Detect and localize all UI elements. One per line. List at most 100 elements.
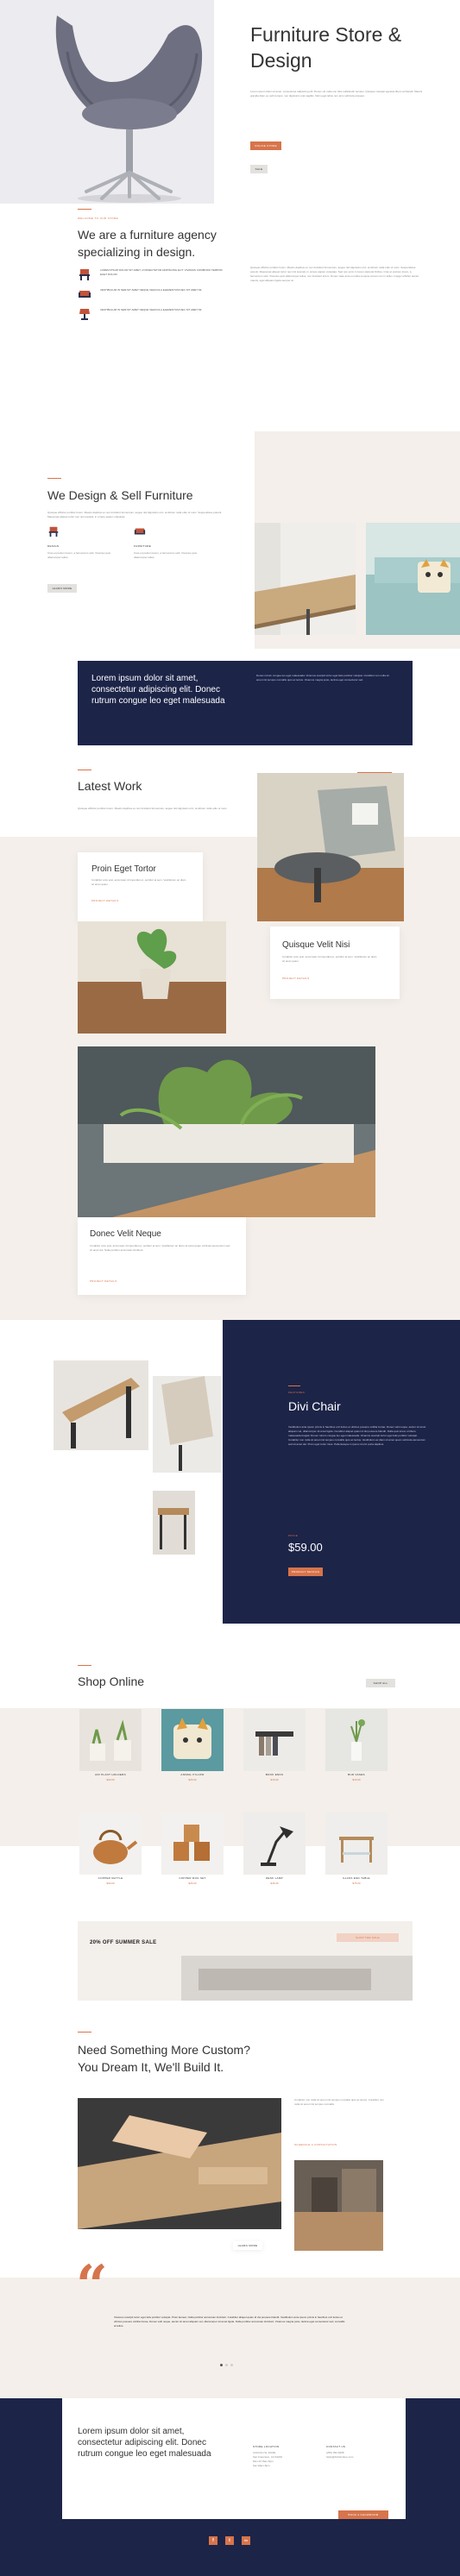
schedule-consultation-link[interactable]: Schedule a Consultation <box>294 2143 337 2146</box>
shop-rule <box>78 1665 91 1666</box>
product-price-8: $75.00 <box>352 1882 361 1885</box>
project-link-3[interactable]: Project Details <box>90 1279 117 1283</box>
sale-button[interactable]: Sale <box>250 165 268 173</box>
design-item-text: Cras et pretium lorem, a fermentum velit… <box>47 551 110 559</box>
furniture-item-label: Furniture <box>134 544 152 548</box>
product-name-2: Animal Pillow <box>180 1773 205 1776</box>
product-name-6: Copper Mug Set <box>179 1876 206 1880</box>
welcome-eyebrow: Welcome to our store <box>78 217 119 220</box>
shop-title: Shop Online <box>78 1674 145 1688</box>
work-body: Quisque efficitur porttitor lorem. Mauri… <box>78 807 228 810</box>
product-price-2: $25.00 <box>188 1778 197 1781</box>
book-showroom-button[interactable]: Book a Showroom <box>338 2510 388 2519</box>
hero-image-panel <box>0 0 214 204</box>
design-body: Quisque efficitur porttitor lorem. Mauri… <box>47 511 223 518</box>
custom-title: Need Something More Custom? You Dream It… <box>78 2041 337 2076</box>
featured-body: Vestibulum ante ipsum primis in faucibus… <box>288 1425 426 1446</box>
welcome-paragraph: Quisque efficitur porttitor lorem. Mauri… <box>250 266 419 282</box>
sofa-pillow-photo <box>366 523 460 635</box>
featured-title: Divi Chair <box>288 1399 341 1413</box>
project-card-1: Proin Eget Tortor Curabitur arcu erat, a… <box>78 852 203 921</box>
footer-heading: Lorem ipsum dolor sit amet, consectetur … <box>78 2426 224 2460</box>
testimonial-quote: Vivamus suscipit tortor eget felis portt… <box>114 2315 345 2328</box>
learn-more-button[interactable]: Learn More <box>47 584 77 593</box>
feature-text-2: Vestibulum in sem sit amet neque vehicul… <box>100 288 203 292</box>
cta-heading-line-2: consectetur adipiscing elit. Donec <box>91 685 220 694</box>
feature-text-1: Lorem ipsum dolor sit amet, consectetur … <box>100 268 223 276</box>
product-details-button[interactable]: Product Details <box>288 1568 323 1576</box>
desk-lamp-image <box>243 1813 306 1875</box>
footer-heading-line-3: rutrum congue leo eget malesuada <box>78 2449 211 2459</box>
project-card-2: Quisque Velit Nisi Curabitur arcu erat, … <box>270 927 400 999</box>
product-price-5: $30.00 <box>106 1882 115 1885</box>
online-store-button[interactable]: Online Store <box>250 141 281 150</box>
instagram-icon[interactable]: in <box>242 2536 250 2545</box>
product-price-7: $45.00 <box>270 1882 279 1885</box>
store-location-title: Store Location <box>253 2445 280 2448</box>
glass-end-table-image <box>325 1813 388 1875</box>
hero-title-line-2: Design <box>250 49 312 72</box>
product-card-6[interactable]: Copper Mug Set $25.00 <box>161 1813 224 1886</box>
product-name-1: Air Plant Holders <box>95 1773 126 1776</box>
footer-heading-line-1: Lorem ipsum dolor sit amet, <box>78 2427 185 2436</box>
copper-kettle-image <box>79 1813 142 1875</box>
product-card-5[interactable]: Copper Kettle $30.00 <box>79 1813 142 1886</box>
quote-icon: “ <box>76 2253 108 2318</box>
slider-dots[interactable] <box>220 2364 239 2367</box>
welcome-title: We are a furniture agency specializing i… <box>78 226 250 261</box>
fern-planter-photo <box>78 1046 375 1217</box>
design-item-label: Design <box>47 544 60 548</box>
project-text-1: Curabitur arcu erat, accumsan id imperdi… <box>91 878 186 886</box>
welcome-rule <box>78 209 91 210</box>
contact-title: Contact Us <box>326 2445 346 2448</box>
footer-heading-line-2: consectetur adipiscing elit. Donec <box>78 2438 206 2447</box>
sofa-icon <box>79 291 91 298</box>
feature-row-1: Lorem ipsum dolor sit amet, consectetur … <box>78 267 233 285</box>
project-card-3: Donec Velit Neque Curabitur arcu erat, a… <box>78 1217 246 1295</box>
sale-banner: 20% Off Summer Sale Shop The Sale <box>78 1921 413 2001</box>
contact-email[interactable]: hello@divifurniture.com <box>326 2455 395 2460</box>
chair-image <box>55 16 203 203</box>
contact-info: Contact Us (255) 352-6258 hello@divifurn… <box>326 2445 395 2460</box>
animal-pillow-image <box>161 1709 224 1771</box>
featured-eyebrow: Featured <box>288 1391 306 1394</box>
shop-the-sale-button[interactable]: Shop The Sale <box>337 1933 399 1942</box>
product-card-7[interactable]: Desk Lamp $45.00 <box>243 1813 306 1886</box>
product-name-4: Bud Vases <box>348 1773 365 1776</box>
shop-all-button[interactable]: Shop All <box>366 1679 395 1687</box>
design-rule <box>47 478 61 479</box>
shop-beige-band <box>0 1708 460 1846</box>
product-card-4[interactable]: Bud Vases $15.00 <box>325 1709 388 1782</box>
slider-dot[interactable] <box>230 2364 233 2366</box>
slider-dot[interactable] <box>225 2364 228 2366</box>
twitter-icon[interactable]: t <box>225 2536 234 2545</box>
woodwork-photo <box>78 2098 281 2229</box>
table-photo <box>255 523 356 635</box>
product-card-8[interactable]: Glass End Table $75.00 <box>325 1813 388 1886</box>
project-title-3: Donec Velit Neque <box>90 1229 161 1239</box>
furniture-item-text: Cras et pretium lorem, a fermentum velit… <box>134 551 197 559</box>
project-link-1[interactable]: Project Details <box>91 899 119 902</box>
project-link-2[interactable]: Project Details <box>282 977 310 980</box>
book-ends-image <box>243 1709 306 1771</box>
bud-vases-image <box>325 1709 388 1771</box>
chair-detail-photo-3 <box>153 1491 195 1555</box>
product-card-2[interactable]: Animal Pillow $25.00 <box>161 1709 224 1782</box>
plant-pot-photo <box>78 921 226 1034</box>
featured-rule <box>288 1385 300 1386</box>
welcome-title-line-2: specializing in design. <box>78 245 196 259</box>
chair-icon <box>79 269 90 280</box>
project-text-3: Curabitur arcu erat, accumsan id imperdi… <box>90 1244 230 1252</box>
armchair-photo <box>257 773 404 921</box>
hero-title: Furniture Store & Design <box>250 22 457 73</box>
project-title-2: Quisque Velit Nisi <box>282 940 350 950</box>
product-card-1[interactable]: Air Plant Holders $20.00 <box>79 1709 142 1782</box>
hero-title-line-1: Furniture Store & <box>250 23 402 46</box>
product-card-3[interactable]: Book Ends $15.00 <box>243 1709 306 1782</box>
product-name-8: Glass End Table <box>343 1876 370 1880</box>
custom-learn-more-button[interactable]: Learn More <box>233 2241 262 2250</box>
slider-dot-active[interactable] <box>220 2364 223 2366</box>
cta-heading: Lorem ipsum dolor sit amet, consectetur … <box>91 673 238 707</box>
facebook-icon[interactable]: f <box>209 2536 217 2545</box>
project-title-1: Proin Eget Tortor <box>91 864 156 874</box>
